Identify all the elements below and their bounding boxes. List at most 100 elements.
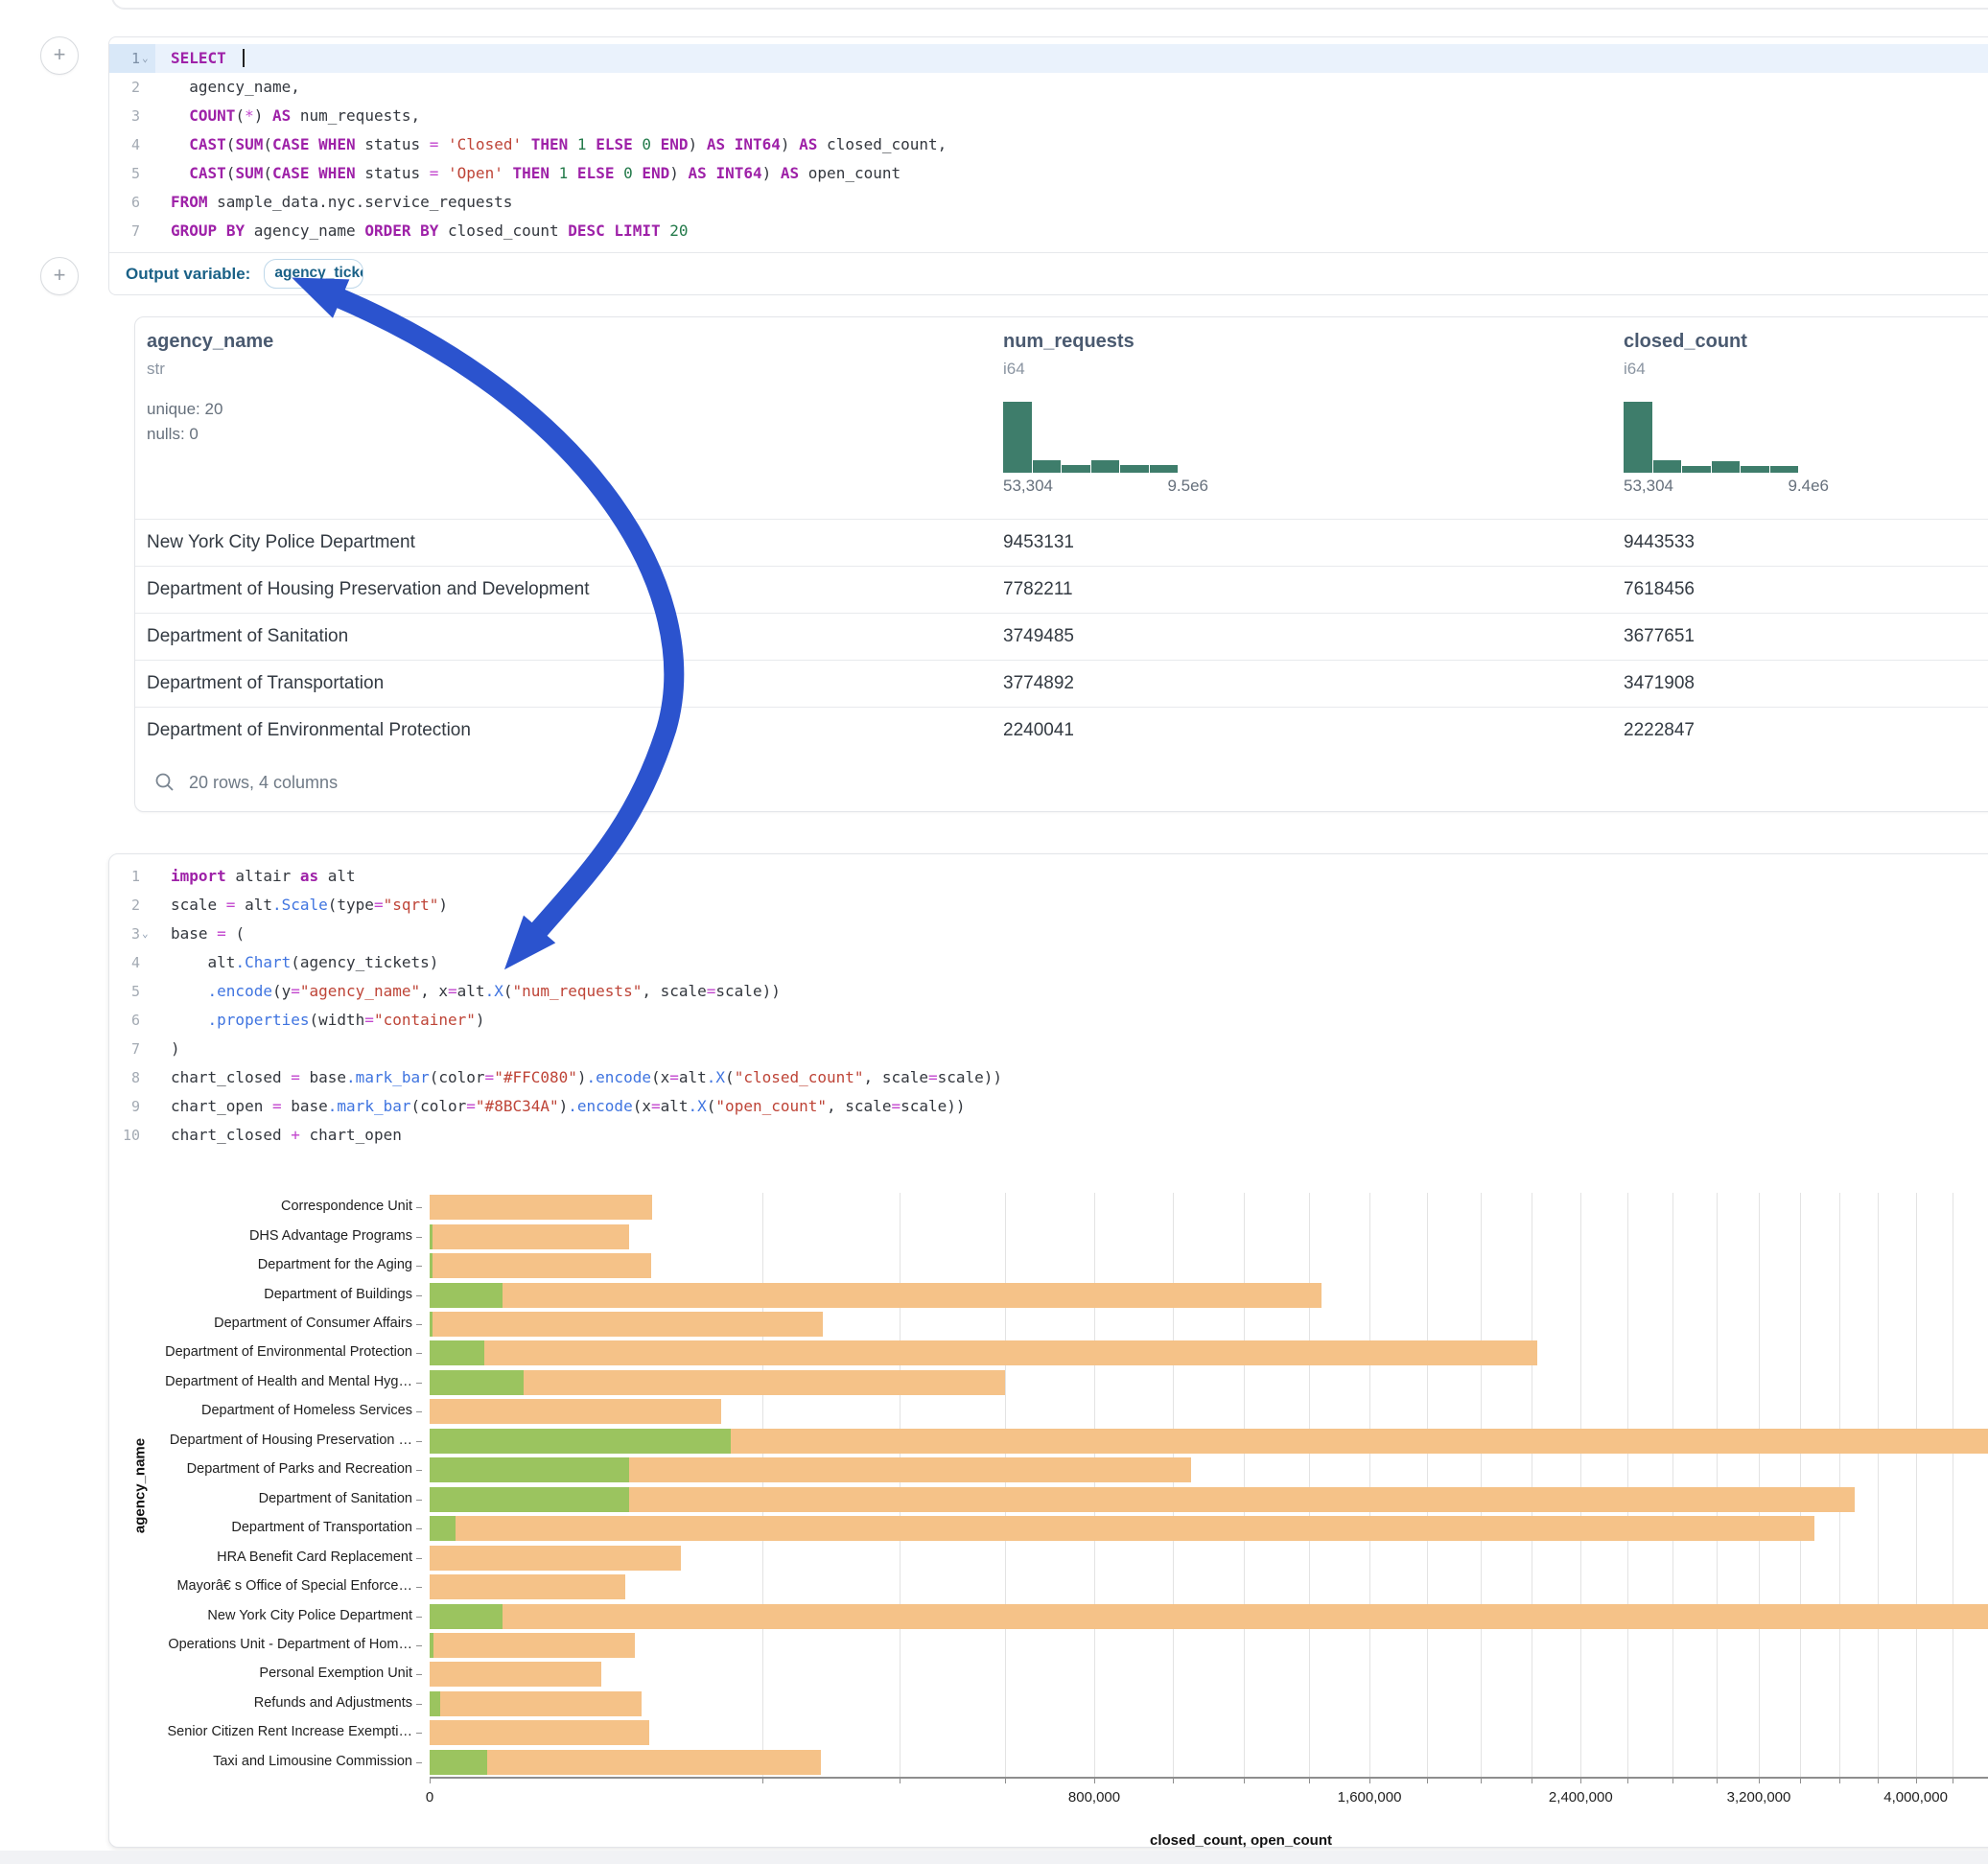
gridline [1244, 1193, 1245, 1777]
line-number: 5 [109, 159, 155, 188]
histogram-bar [1062, 465, 1090, 473]
table-cell: Department of Housing Preservation and D… [135, 567, 590, 613]
previous-cell-edge [111, 0, 1988, 10]
x-axis-tick-label: 2,400,000 [1549, 1789, 1613, 1806]
notebook-page: + + 1⌄SELECT 2 agency_name,3 COUNT(*) AS… [0, 0, 1988, 1864]
bar-closed_count [430, 1516, 1814, 1541]
code-line-6[interactable]: 6 .properties(width="container") [109, 1006, 1988, 1035]
y-axis-tick [416, 1500, 422, 1501]
x-axis-tick [1717, 1778, 1718, 1783]
histogram-range-labels: 53,3049.4e6 [1624, 477, 1829, 496]
y-axis-label: Department for the Aging [258, 1257, 412, 1272]
code-line-6[interactable]: 6FROM sample_data.nyc.service_requests [109, 188, 1988, 217]
x-axis-tick-label: 1,600,000 [1338, 1789, 1402, 1806]
x-axis-tick [1916, 1778, 1917, 1783]
code-line-2[interactable]: 2 agency_name, [109, 73, 1988, 102]
y-axis-label: Senior Citizen Rent Increase Exempti… [168, 1724, 412, 1739]
code-line-1[interactable]: 1import altair as alt [109, 862, 1988, 891]
chart-y-axis-labels: Correspondence Unit DHS Advantage Program… [109, 1193, 423, 1777]
code-line-3[interactable]: 3⌄base = ( [109, 920, 1988, 948]
histogram-bar [1770, 466, 1799, 473]
code-text: .encode(y="agency_name", x=alt.X("num_re… [155, 977, 781, 1006]
bar-closed_count [430, 1224, 629, 1249]
output-variable-pill[interactable]: agency_tickets [264, 259, 363, 289]
x-axis-tick-label: 800,000 [1068, 1789, 1120, 1806]
code-text: alt.Chart(agency_tickets) [155, 948, 438, 977]
x-axis-tick [1094, 1778, 1095, 1783]
y-axis-label: Department of Consumer Affairs [214, 1316, 412, 1331]
bar-open_count [430, 1487, 629, 1512]
gridline [1627, 1193, 1628, 1777]
column-stat-nulls: nulls: 0 [147, 425, 199, 444]
y-axis-label: New York City Police Department [207, 1608, 412, 1623]
output-variable-label: Output variable: [126, 265, 250, 284]
histogram-bar [1682, 466, 1711, 473]
code-text: SELECT [155, 44, 245, 73]
page-bottom-strip [0, 1851, 1988, 1864]
python-code-editor[interactable]: 1import altair as alt2scale = alt.Scale(… [109, 862, 1988, 1150]
y-axis-tick [416, 1295, 422, 1296]
code-line-2[interactable]: 2scale = alt.Scale(type="sqrt") [109, 891, 1988, 920]
code-line-4[interactable]: 4 alt.Chart(agency_tickets) [109, 948, 1988, 977]
bar-open_count [430, 1691, 440, 1716]
code-line-9[interactable]: 9chart_open = base.mark_bar(color="#8BC3… [109, 1092, 1988, 1121]
y-axis-tick [416, 1470, 422, 1471]
fold-chevron-icon[interactable]: ⌄ [142, 920, 155, 948]
table-row: Department of Environmental Protection22… [135, 707, 1988, 755]
line-number: 2 [109, 73, 155, 102]
y-axis-label: Department of Homeless Services [201, 1403, 412, 1418]
histogram-bar [1120, 465, 1149, 473]
x-axis-tick [1878, 1778, 1879, 1783]
x-axis-tick [1672, 1778, 1673, 1783]
chart-x-axis: 0800,0001,600,0002,400,0003,200,0004,000… [430, 1777, 1988, 1834]
gridline [1916, 1193, 1917, 1777]
code-text: agency_name, [155, 73, 300, 102]
bar-open_count [430, 1604, 503, 1629]
y-axis-label: Operations Unit - Department of Hom… [168, 1637, 412, 1652]
bar-open_count [430, 1750, 487, 1775]
sql-cell: 1⌄SELECT 2 agency_name,3 COUNT(*) AS num… [108, 36, 1988, 295]
add-cell-button-top[interactable]: + [40, 36, 79, 75]
y-axis-tick [416, 1704, 422, 1705]
code-line-3[interactable]: 3 COUNT(*) AS num_requests, [109, 102, 1988, 130]
code-line-7[interactable]: 7GROUP BY agency_name ORDER BY closed_co… [109, 217, 1988, 245]
line-number: 3⌄ [109, 920, 155, 948]
python-cell: 1import altair as alt2scale = alt.Scale(… [108, 853, 1988, 1848]
y-axis-tick [416, 1762, 422, 1763]
code-line-8[interactable]: 8chart_closed = base.mark_bar(color="#FF… [109, 1063, 1988, 1092]
gridline [1839, 1193, 1840, 1777]
y-axis-label: DHS Advantage Programs [249, 1228, 412, 1244]
y-axis-tick [416, 1674, 422, 1675]
code-line-4[interactable]: 4 CAST(SUM(CASE WHEN status = 'Closed' T… [109, 130, 1988, 159]
code-line-5[interactable]: 5 .encode(y="agency_name", x=alt.X("num_… [109, 977, 1988, 1006]
table-cell: 7618456 [1612, 567, 1695, 613]
chart-plot-area [430, 1193, 1988, 1777]
line-number: 3 [109, 102, 155, 130]
table-search-footer[interactable]: 20 rows, 4 columns [135, 754, 1988, 811]
add-cell-button-middle[interactable]: + [40, 257, 79, 295]
y-axis-label: Taxi and Limousine Commission [213, 1754, 412, 1769]
results-table: agency_namestrunique: 20nulls: 0num_requ… [134, 316, 1988, 812]
y-axis-tick [416, 1587, 422, 1588]
gridline [1759, 1193, 1760, 1777]
code-line-1[interactable]: 1⌄SELECT [109, 44, 1988, 73]
code-text: chart_closed = base.mark_bar(color="#FFC… [155, 1063, 1002, 1092]
code-text: import altair as alt [155, 862, 356, 891]
table-cell: 3677651 [1612, 614, 1695, 660]
fold-chevron-icon[interactable]: ⌄ [142, 44, 155, 73]
y-axis-tick [416, 1441, 422, 1442]
y-axis-label: Department of Buildings [264, 1287, 412, 1302]
gridline [1580, 1193, 1581, 1777]
code-line-5[interactable]: 5 CAST(SUM(CASE WHEN status = 'Open' THE… [109, 159, 1988, 188]
column-histogram [1003, 402, 1178, 473]
code-line-7[interactable]: 7) [109, 1035, 1988, 1063]
line-number: 6 [109, 1006, 155, 1035]
gridline [1672, 1193, 1673, 1777]
gridline [1005, 1193, 1006, 1777]
code-line-10[interactable]: 10chart_closed + chart_open [109, 1121, 1988, 1150]
sql-code-editor[interactable]: 1⌄SELECT 2 agency_name,3 COUNT(*) AS num… [109, 44, 1988, 245]
code-text: ) [155, 1035, 180, 1063]
y-axis-label: Correspondence Unit [281, 1199, 412, 1214]
column-header-num_requests: num_requestsi6453,3049.5e6 [992, 317, 1567, 519]
gridline [1173, 1193, 1174, 1777]
